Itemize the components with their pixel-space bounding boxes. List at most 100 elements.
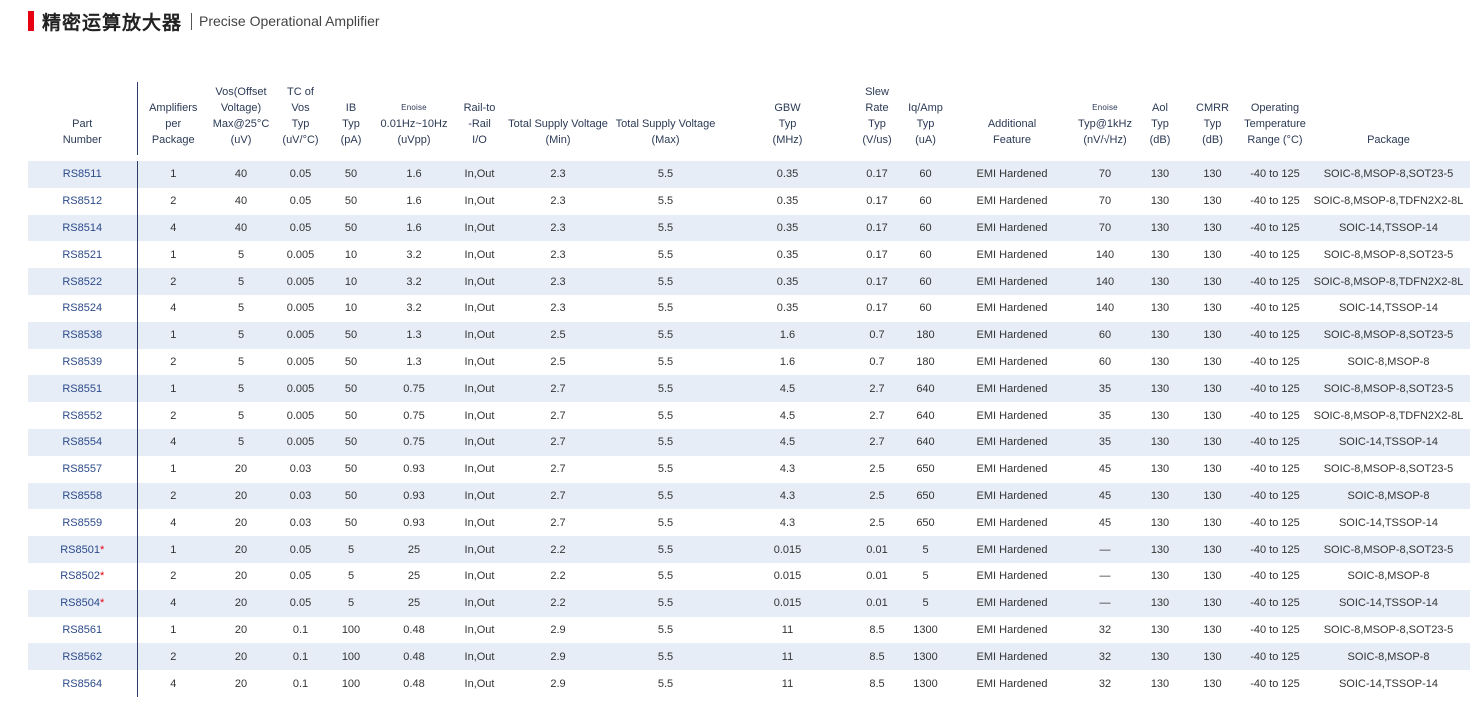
part-number: RS8558 [62, 489, 103, 502]
cell-temp: -40 to 125 [1243, 214, 1307, 242]
cell-vmin: 2.5 [505, 321, 611, 349]
cell-iq: 1300 [899, 643, 952, 671]
cell-feature: EMI Hardened [952, 455, 1072, 483]
cell-rail: In,Out [454, 155, 505, 188]
part-number-cell: RS8554 [28, 428, 138, 456]
cell-vmin: 2.3 [505, 294, 611, 322]
cell-gbw: 0.35 [720, 155, 855, 188]
cell-amps: 4 [137, 670, 209, 697]
part-number: RS8521 [62, 248, 103, 261]
cell-gbw: 0.015 [720, 589, 855, 617]
cell-vmax: 5.5 [611, 509, 720, 537]
part-number-cell: RS8562 [28, 643, 138, 671]
part-number-cell: RS8502* [28, 562, 138, 590]
cell-feature: EMI Hardened [952, 616, 1072, 644]
cell-gbw: 11 [720, 643, 855, 671]
cell-feature: EMI Hardened [952, 321, 1072, 349]
cell-slew: 0.17 [855, 268, 899, 295]
cell-iq: 650 [899, 455, 952, 483]
column-header-enoise1k: Enoise Typ@1kHz (nV/√Hz) [1072, 82, 1138, 159]
cell-ib: 50 [328, 509, 374, 537]
part-number: RS8524 [62, 302, 103, 315]
column-header-line: Temperature [1244, 118, 1306, 130]
cell-cmrr: 130 [1182, 348, 1243, 376]
cell-gbw: 4.3 [720, 455, 855, 483]
cell-cmrr: 130 [1182, 187, 1243, 215]
column-header-line: Additional [987, 118, 1037, 130]
column-header-line: Typ [1203, 118, 1222, 130]
table-row: RS8521 1 5 0.005 10 3.2 In,Out 2.3 5.5 0.35 0.17 60… [28, 241, 1470, 269]
cell-rail: In,Out [454, 348, 505, 376]
cell-cmrr: 130 [1182, 670, 1243, 697]
footnote-star: * [99, 543, 105, 556]
cell-gbw: 0.015 [720, 562, 855, 590]
part-number-cell: RS8501* [28, 536, 138, 563]
cell-rail: In,Out [454, 589, 505, 617]
cell-feature: EMI Hardened [952, 375, 1072, 403]
cell-slew: 0.17 [855, 214, 899, 242]
column-header-gbw: GBW Typ (MHz) [720, 82, 855, 159]
cell-enoise1k: 35 [1072, 402, 1138, 429]
cell-iq: 60 [899, 268, 952, 295]
cell-cmrr: 130 [1182, 428, 1243, 456]
cell-tc: 0.1 [273, 670, 328, 697]
cell-enoise1k: 45 [1072, 482, 1138, 510]
cell-feature: EMI Hardened [952, 482, 1072, 510]
cell-rail: In,Out [454, 294, 505, 322]
cell-rail: In,Out [454, 214, 505, 242]
table-row: RS8512 2 40 0.05 50 1.6 In,Out 2.3 5.5 0.35 0.17 60… [28, 187, 1470, 215]
cell-vos: 20 [209, 509, 273, 537]
cell-gbw: 1.6 [720, 321, 855, 349]
cell-temp: -40 to 125 [1243, 375, 1307, 403]
table-row: RS8552 2 5 0.005 50 0.75 In,Out 2.7 5.5 4.5 2.7 640… [28, 402, 1470, 429]
cell-gbw: 4.5 [720, 375, 855, 403]
cell-pkg: SOIC-8,MSOP-8,SOT23-5 [1307, 241, 1470, 269]
table-row: RS8564 4 20 0.1 100 0.48 In,Out 2.9 5.5 11 8.5 1300… [28, 670, 1470, 697]
cell-enoise1k: 140 [1072, 294, 1138, 322]
cell-slew: 2.7 [855, 375, 899, 403]
cell-vmin: 2.7 [505, 482, 611, 510]
part-number: RS8559 [62, 516, 103, 529]
column-header-line: Voltage) [220, 102, 262, 114]
cell-tc: 0.03 [273, 455, 328, 483]
column-header-line: Amplifiers [149, 102, 198, 114]
cell-tc: 0.005 [273, 348, 328, 376]
part-number: RS8557 [62, 463, 103, 476]
cell-aol: 130 [1138, 589, 1182, 617]
cell-rail: In,Out [454, 616, 505, 644]
cell-pkg: SOIC-8,MSOP-8 [1307, 643, 1470, 671]
cell-rail: In,Out [454, 428, 505, 456]
cell-rail: In,Out [454, 455, 505, 483]
cell-vos: 40 [209, 214, 273, 242]
cell-enoise: 25 [374, 536, 454, 563]
cell-vmin: 2.3 [505, 241, 611, 269]
cell-tc: 0.05 [273, 155, 328, 188]
cell-cmrr: 130 [1182, 241, 1243, 269]
cell-pkg: SOIC-14,TSSOP-14 [1307, 294, 1470, 322]
cell-iq: 640 [899, 428, 952, 456]
cell-rail: In,Out [454, 562, 505, 590]
column-header-line: 0.01Hz~10Hz [380, 118, 448, 130]
column-header-line: Slew Rate [865, 86, 889, 114]
cell-enoise1k: 32 [1072, 670, 1138, 697]
cell-temp: -40 to 125 [1243, 536, 1307, 563]
cell-pkg: SOIC-14,TSSOP-14 [1307, 428, 1470, 456]
column-header-line: (dB) [1202, 134, 1223, 146]
cell-tc: 0.005 [273, 402, 328, 429]
cell-slew: 0.01 [855, 589, 899, 617]
cell-tc: 0.05 [273, 562, 328, 590]
cell-amps: 4 [137, 428, 209, 456]
column-header-line: Typ [868, 118, 886, 130]
cell-ib: 50 [328, 321, 374, 349]
footnote-star: * [99, 570, 105, 583]
cell-slew: 2.5 [855, 482, 899, 510]
cell-amps: 1 [137, 536, 209, 563]
cell-gbw: 11 [720, 670, 855, 697]
part-number-cell: RS8521 [28, 241, 138, 269]
cell-pkg: SOIC-8,MSOP-8,TDFN2X2-8L [1307, 187, 1470, 215]
cell-gbw: 11 [720, 616, 855, 644]
column-header-line: Typ [916, 118, 935, 130]
cell-vos: 20 [209, 643, 273, 671]
column-header-enoise: Enoise 0.01Hz~10Hz (uVpp) [374, 82, 454, 159]
cell-aol: 130 [1138, 536, 1182, 563]
